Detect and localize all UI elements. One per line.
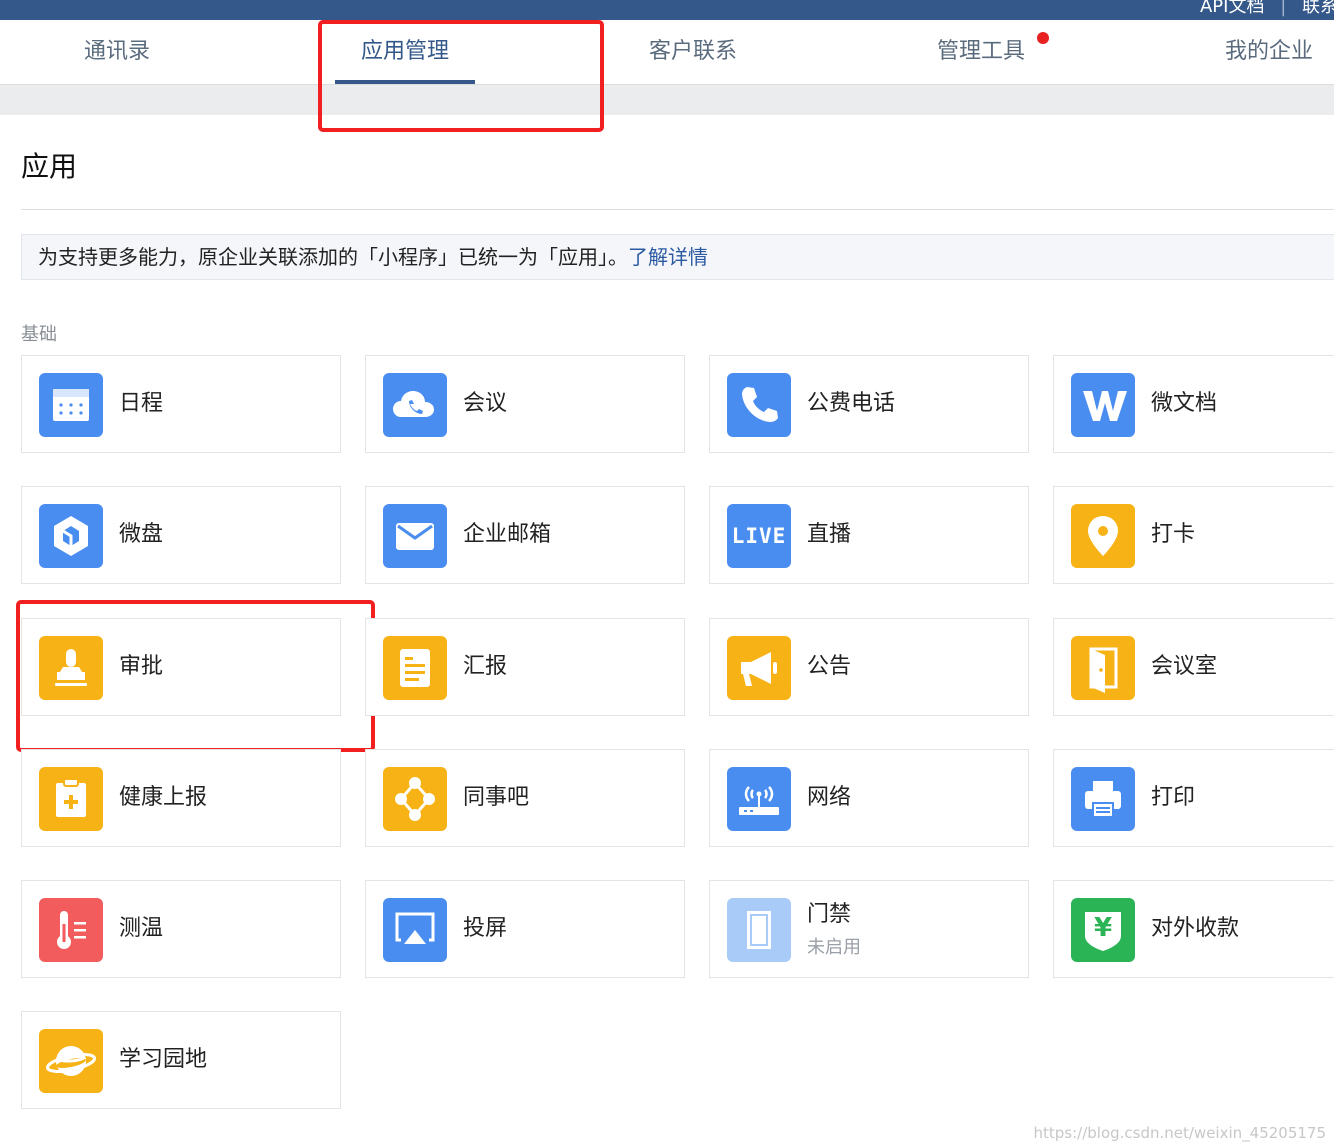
stamp-icon (39, 636, 103, 700)
app-label: 企业邮箱 (463, 522, 552, 547)
calendar-icon (39, 373, 103, 437)
yuan-shield-icon: ¥ (1071, 898, 1135, 962)
cloud-phone-icon (383, 373, 447, 437)
tab-my-enterprise[interactable]: 我的企业 (1189, 20, 1334, 84)
app-card-access-control[interactable]: 门禁 未启用 (709, 880, 1029, 978)
tab-label: 管理工具 (936, 39, 1025, 64)
watermark: https://blog.csdn.net/weixin_45205175 (1033, 1124, 1326, 1142)
app-label: 测温 (119, 916, 164, 941)
highlight-box-tab (318, 20, 604, 132)
top-links: API文档 | 联系客服 (1190, 0, 1334, 18)
tab-contacts[interactable]: 通讯录 (37, 20, 197, 84)
app-label: 网络 (807, 785, 852, 810)
health-clipboard-icon (39, 767, 103, 831)
screen-cast-icon (383, 898, 447, 962)
network-nodes-icon (383, 767, 447, 831)
phone-icon (727, 373, 791, 437)
page-title: 应用 (21, 150, 78, 183)
app-card-meeting[interactable]: 会议 (365, 355, 685, 453)
app-card-screencast[interactable]: 投屏 (365, 880, 685, 978)
contact-support-link[interactable]: 联系客服 (1302, 0, 1334, 17)
app-label: 打印 (1151, 785, 1196, 810)
wifi-router-icon (727, 767, 791, 831)
api-doc-link[interactable]: API文档 (1200, 0, 1264, 17)
app-label: 公告 (807, 654, 852, 679)
megaphone-icon (727, 636, 791, 700)
app-card-meeting-room[interactable]: 会议室 (1053, 618, 1334, 716)
app-card-colleague-bar[interactable]: 同事吧 (365, 749, 685, 847)
live-icon-text: LIVE (731, 524, 787, 548)
divider (21, 209, 1334, 210)
app-label: 日程 (119, 391, 164, 416)
app-card-network[interactable]: 网络 (709, 749, 1029, 847)
app-card-announcement[interactable]: 公告 (709, 618, 1029, 716)
live-icon: LIVE (727, 504, 791, 568)
app-label: 直播 (807, 522, 852, 547)
header-separator-band (0, 85, 1334, 115)
notice-text: 为支持更多能力，原企业关联添加的「小程序」已统一为「应用」。 (38, 245, 628, 269)
drive-icon (39, 504, 103, 568)
tab-label: 客户联系 (648, 39, 737, 64)
planet-icon (39, 1029, 103, 1093)
app-card-health-report[interactable]: 健康上报 (21, 749, 341, 847)
app-label: 会议室 (1151, 654, 1218, 679)
app-card-report[interactable]: 汇报 (365, 618, 685, 716)
learn-more-link[interactable]: 了解详情 (628, 245, 708, 269)
mail-icon (383, 504, 447, 568)
w-doc-icon (1071, 373, 1135, 437)
app-card-public-phone[interactable]: 公费电话 (709, 355, 1029, 453)
app-card-drive[interactable]: 微盘 (21, 486, 341, 584)
thermometer-icon (39, 898, 103, 962)
app-card-checkin[interactable]: 打卡 (1053, 486, 1334, 584)
app-label: 对外收款 (1151, 916, 1240, 941)
app-label: 微盘 (119, 522, 164, 547)
notification-dot (1037, 32, 1049, 44)
separator: | (1280, 0, 1287, 17)
report-icon (383, 636, 447, 700)
app-label: 学习园地 (119, 1047, 208, 1072)
app-label: 汇报 (463, 654, 508, 679)
app-card-live[interactable]: LIVE 直播 (709, 486, 1029, 584)
app-status-disabled: 未启用 (807, 937, 861, 958)
section-label-basic: 基础 (21, 324, 57, 345)
door-icon (1071, 636, 1135, 700)
app-card-mail[interactable]: 企业邮箱 (365, 486, 685, 584)
main-nav-tabs: 通讯录 应用管理 客户联系 管理工具 我的企业 (0, 20, 1334, 85)
app-label: 健康上报 (119, 785, 208, 810)
info-notice: 为支持更多能力，原企业关联添加的「小程序」已统一为「应用」。了解详情 (21, 234, 1334, 280)
app-label: 打卡 (1151, 522, 1196, 547)
app-card-wedoc[interactable]: 微文档 (1053, 355, 1334, 453)
tab-customer-contact[interactable]: 客户联系 (613, 20, 773, 84)
tab-label: 通讯录 (83, 39, 150, 64)
tab-label: 我的企业 (1224, 39, 1313, 64)
access-door-icon (727, 898, 791, 962)
app-card-approval[interactable]: 审批 (21, 618, 341, 716)
top-bar: API文档 | 联系客服 (0, 0, 1334, 20)
app-card-external-payment[interactable]: ¥ 对外收款 (1053, 880, 1334, 978)
app-label: 同事吧 (463, 785, 530, 810)
app-label: 会议 (463, 391, 508, 416)
app-label: 门禁 (807, 902, 852, 927)
tab-admin-tools[interactable]: 管理工具 (901, 20, 1061, 84)
location-pin-icon (1071, 504, 1135, 568)
app-label: 微文档 (1151, 391, 1218, 416)
app-label: 投屏 (463, 916, 508, 941)
printer-icon (1071, 767, 1135, 831)
app-card-schedule[interactable]: 日程 (21, 355, 341, 453)
yuan-symbol: ¥ (1093, 913, 1113, 943)
app-label: 公费电话 (807, 391, 896, 416)
app-card-learning-garden[interactable]: 学习园地 (21, 1011, 341, 1109)
app-card-temperature[interactable]: 测温 (21, 880, 341, 978)
app-card-print[interactable]: 打印 (1053, 749, 1334, 847)
app-label: 审批 (119, 654, 164, 679)
